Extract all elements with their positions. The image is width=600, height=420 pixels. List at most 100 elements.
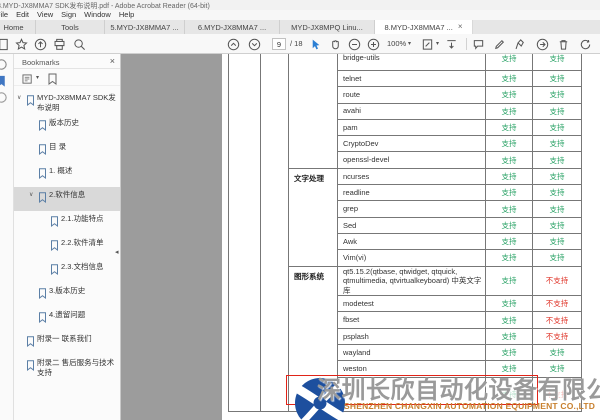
bookmark-page-icon (38, 142, 49, 160)
bookmark-item-label: 2.2.软件清单 (61, 238, 104, 248)
menu-window[interactable]: Window (84, 10, 111, 20)
chevron-down-icon[interactable]: ∨ (17, 93, 26, 103)
bookmark-item[interactable]: 目 录 (14, 139, 121, 163)
refresh-rotate-icon[interactable] (578, 37, 593, 51)
expand-bookmark-icon[interactable] (47, 72, 58, 90)
toolbar-separator (466, 38, 467, 50)
zoom-out-icon[interactable] (347, 37, 362, 51)
tab-home[interactable]: Home (0, 20, 36, 34)
support-status-cell: 支持 (486, 103, 533, 119)
previous-page-icon[interactable] (226, 37, 241, 51)
bookmark-page-icon (38, 118, 49, 136)
zoom-dropdown-icon[interactable]: ▾ (408, 40, 411, 47)
support-status-cell: 支持 (533, 201, 582, 217)
support-status-cell: 支持 (486, 217, 533, 233)
package-name-cell: openssl-devel (338, 152, 486, 168)
bookmark-item-label: 1. 概述 (49, 166, 72, 176)
bookmark-item-label: 版本历史 (49, 118, 79, 128)
package-name-cell: fbset (338, 312, 486, 328)
support-status-cell: 支持 (486, 312, 533, 328)
bookmark-page-icon (26, 334, 37, 352)
menu-file[interactable]: File (0, 10, 8, 20)
bookmark-options-dropdown-icon[interactable]: ▾ (36, 74, 39, 81)
bookmark-page-icon (26, 93, 37, 111)
bookmark-item-label: 2.1.功能特点 (61, 214, 104, 224)
support-status-cell: 支持 (486, 152, 533, 168)
search-icon[interactable] (72, 37, 87, 51)
nav-attachments-icon[interactable] (0, 91, 8, 109)
bookmark-item-label: 4.遗留问题 (49, 310, 85, 320)
close-tab-icon[interactable]: × (458, 23, 463, 31)
hand-tool-icon[interactable] (328, 37, 343, 51)
support-status-cell: 支持 (533, 361, 582, 377)
bookmark-item[interactable]: 2.2.软件清单 (14, 235, 121, 259)
save-file-icon[interactable] (0, 37, 11, 51)
bookmark-item[interactable]: ∨2.软件信息 (14, 187, 121, 211)
bookmark-item[interactable]: 附录二 售后服务与技术支持 (14, 355, 121, 380)
share-upload-icon[interactable] (33, 37, 48, 51)
bookmark-item[interactable]: 版本历史 (14, 115, 121, 139)
menu-help[interactable]: Help (119, 10, 134, 20)
support-status-cell: 支持 (486, 136, 533, 152)
next-page-icon[interactable] (247, 37, 262, 51)
fill-sign-pencil-icon[interactable] (492, 37, 507, 51)
tab-document-3[interactable]: MYD-JX8MPQ Linu... (280, 20, 375, 34)
package-name-cell: route (338, 87, 486, 103)
navigation-strip (0, 54, 14, 420)
chevron-down-icon (29, 118, 38, 119)
software-support-table: bridge-utils支持支持telnet支持支持route支持支持avahi… (228, 54, 582, 412)
bookmark-options-icon[interactable] (22, 72, 34, 90)
support-status-cell: 支持 (533, 344, 582, 360)
menu-sign[interactable]: Sign (61, 10, 76, 20)
zoom-in-icon[interactable] (366, 37, 381, 51)
page-fit-dropdown-icon[interactable]: ▾ (436, 40, 439, 47)
support-status-cell: 不支持 (533, 377, 582, 411)
tab-tools[interactable]: Tools (36, 20, 105, 34)
chevron-down-icon (17, 358, 26, 359)
bookmark-item-label: 附录一 联系我们 (37, 334, 92, 344)
support-status-cell: 支持 (533, 87, 582, 103)
bookmark-item-label: 2.3.文档信息 (61, 262, 104, 272)
spanning-empty-cell (229, 54, 261, 411)
collapse-panel-icon[interactable]: ◂ (115, 248, 119, 256)
print-icon[interactable] (52, 37, 67, 51)
close-panel-icon[interactable]: × (110, 57, 115, 66)
package-name-cell: psplash (338, 328, 486, 344)
chevron-down-icon (41, 214, 50, 215)
bookmark-item[interactable]: 附录一 联系我们 (14, 331, 121, 355)
comment-icon[interactable] (471, 37, 486, 51)
star-bookmark-icon[interactable] (14, 37, 29, 51)
bookmark-item[interactable]: 4.遗留问题 (14, 307, 121, 331)
menu-edit[interactable]: Edit (16, 10, 29, 20)
delete-trash-icon[interactable] (556, 37, 571, 51)
support-status-cell: 不支持 (533, 296, 582, 312)
menu-view[interactable]: View (37, 10, 53, 20)
bookmark-item[interactable]: 3.版本历史 (14, 283, 121, 307)
tab-document-4-active[interactable]: 8.MYD-JX8MMA7 ... × (375, 20, 473, 34)
bookmark-page-icon (38, 286, 49, 304)
bookmark-item[interactable]: 2.1.功能特点 (14, 211, 121, 235)
tab-document-1[interactable]: 5.MYD-JX8MMA7 ... (105, 20, 185, 34)
bookmark-item[interactable]: ∨MYD-JX8MMA7 SDK发布说明 (14, 90, 121, 115)
select-tool-icon[interactable] (308, 37, 323, 51)
fit-width-icon[interactable] (444, 37, 459, 51)
support-status-cell: 支持 (533, 217, 582, 233)
zoom-level-label[interactable]: 100% (387, 39, 406, 48)
package-name-cell: avahi (338, 103, 486, 119)
tab-document-2[interactable]: 6.MYD-JX8MMA7 ... (185, 20, 280, 34)
window-titlebar: 8.MYD-JX8MMA7 SDK发布说明.pdf - Adobe Acroba… (0, 0, 600, 10)
bookmark-item[interactable]: 2.3.文档信息 (14, 259, 121, 283)
support-status-cell: 支持 (486, 266, 533, 296)
bookmark-item[interactable]: 1. 概述 (14, 163, 121, 187)
package-name-cell: wayland (338, 344, 486, 360)
signature-pen-icon[interactable] (513, 37, 528, 51)
support-status-cell: 支持 (486, 54, 533, 71)
share-send-icon[interactable] (535, 37, 550, 51)
page-fit-icon[interactable] (420, 37, 435, 51)
chevron-down-icon[interactable]: ∨ (29, 190, 38, 200)
chevron-down-icon (17, 334, 26, 335)
package-name-cell: Sed (338, 217, 486, 233)
page-number-input[interactable]: 9 (272, 38, 286, 50)
support-status-cell: 支持 (533, 168, 582, 184)
support-status-cell: 支持 (486, 87, 533, 103)
